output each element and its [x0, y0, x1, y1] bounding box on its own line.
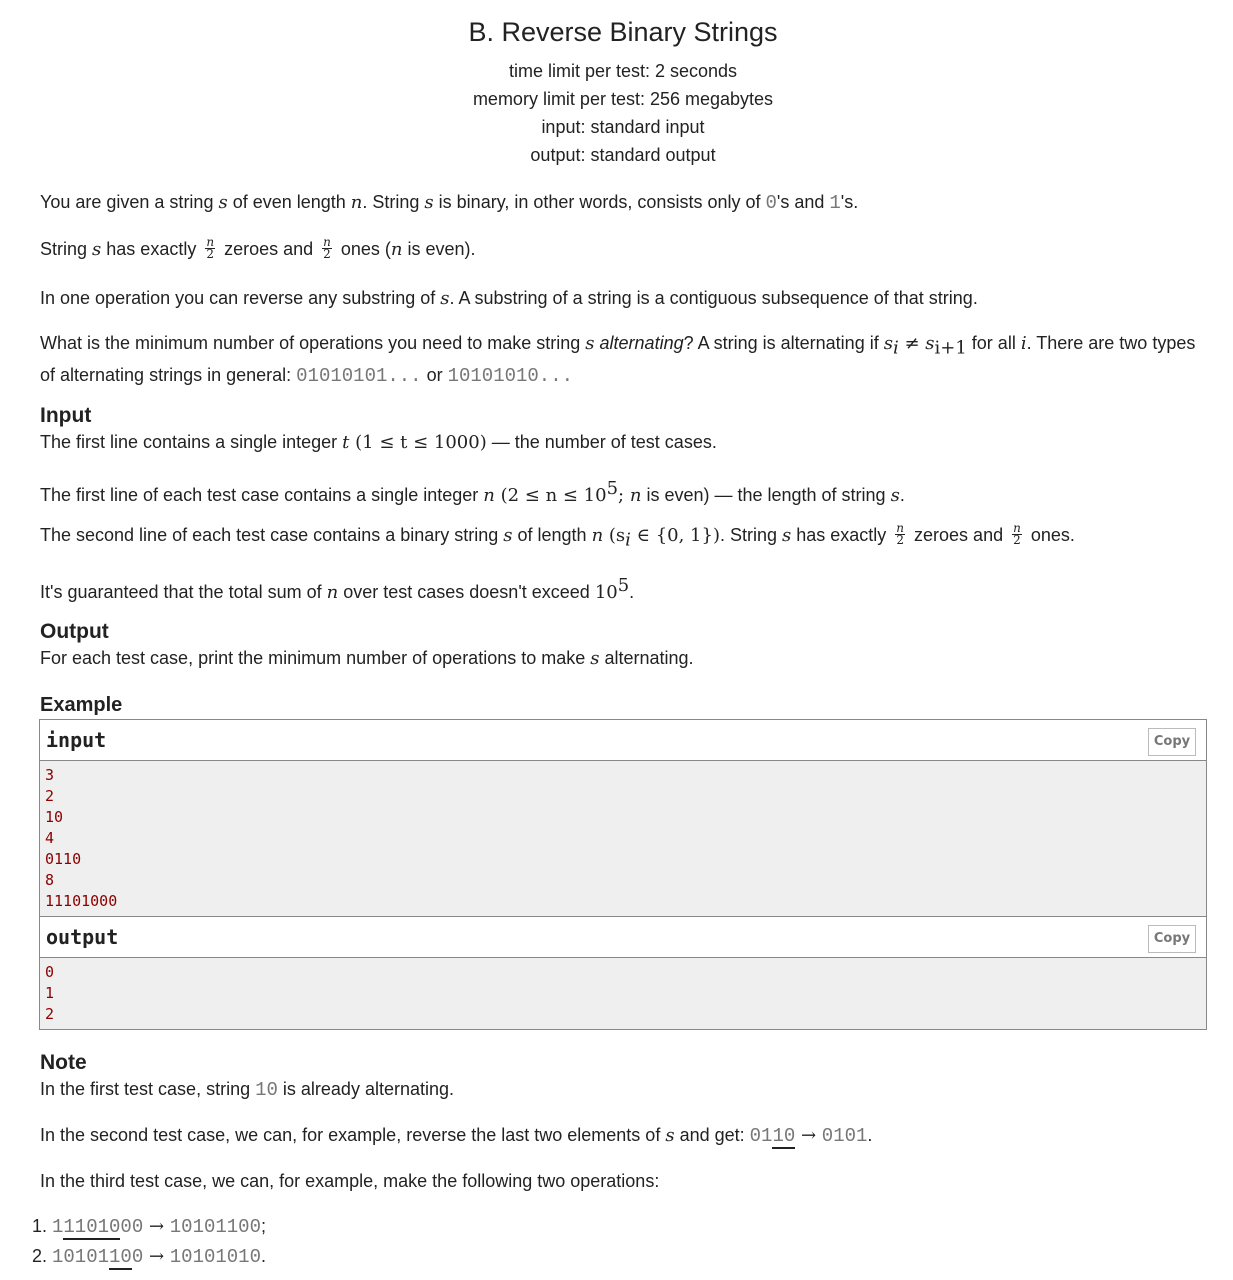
- note-paragraph-1: In the first test case, string 10 is alr…: [40, 1079, 455, 1101]
- statement-paragraph-4: What is the minimum number of operations…: [40, 333, 1196, 387]
- copy-input-button[interactable]: Copy: [1148, 728, 1196, 756]
- note-paragraph-3: In the third test case, we can, for exam…: [40, 1171, 660, 1191]
- example-title: Example: [40, 694, 123, 716]
- sample-input-label: input: [46, 728, 107, 752]
- sample-output-header: output Copy: [40, 917, 1206, 958]
- sample-input-header: input Copy: [40, 720, 1206, 761]
- fraction-n-over-2: n2: [205, 234, 216, 261]
- output-paragraph-1: For each test case, print the minimum nu…: [40, 648, 694, 669]
- sample-output-label: output: [46, 925, 119, 949]
- input-paragraph-4: It's guaranteed that the total sum of n …: [40, 575, 635, 603]
- input-type: input: standard input: [541, 117, 705, 137]
- operation-item: 11101000 → 10101100;: [52, 1212, 266, 1242]
- sample-line: 0: [45, 963, 55, 981]
- sample-line: 3: [45, 766, 55, 784]
- input-paragraph-3: The second line of each test case contai…: [40, 520, 1075, 551]
- sample-line: 0110: [45, 850, 82, 868]
- sample-line: 11101000: [45, 892, 118, 910]
- problem-title: B. Reverse Binary Strings: [468, 17, 778, 47]
- memory-limit: memory limit per test: 256 megabytes: [472, 89, 774, 109]
- time-limit: time limit per test: 2 seconds: [508, 61, 738, 81]
- sample-input-content[interactable]: 3 2 10 4 0110 8 11101000: [40, 761, 1206, 917]
- statement-paragraph-2: String s has exactly n2 zeroes and n2 on…: [40, 234, 476, 261]
- fraction-n-over-2: n2: [322, 234, 332, 261]
- copy-output-button[interactable]: Copy: [1148, 925, 1196, 953]
- statement-paragraph-1: You are given a string s of even length …: [40, 192, 859, 214]
- sample-line: 4: [45, 829, 55, 847]
- input-paragraph-1: The first line contains a single integer…: [40, 432, 717, 453]
- sample-test: input Copy 3 2 10 4 0110 8 11101000 output Cop…: [39, 719, 1207, 1030]
- fraction-n-over-2: n2: [895, 520, 906, 547]
- fraction-n-over-2: n2: [1012, 520, 1022, 547]
- sample-output-content[interactable]: 0 1 2: [40, 958, 1206, 1029]
- operations-list: 11101000 → 10101100; 10101100 → 10101010…: [18, 1212, 266, 1272]
- note-paragraph-2: In the second test case, we can, for exa…: [40, 1125, 873, 1149]
- sample-line: 8: [45, 871, 55, 889]
- sample-line: 2: [45, 787, 55, 805]
- note-title: Note: [40, 1051, 87, 1074]
- input-section-title: Input: [40, 404, 92, 427]
- problem-statement: B. Reverse Binary Strings time limit per…: [40, 0, 1206, 169]
- input-paragraph-2: The first line of each test case contain…: [40, 478, 905, 506]
- output-section-title: Output: [40, 620, 109, 643]
- sample-line: 1: [45, 984, 55, 1002]
- sample-line: 2: [45, 1005, 55, 1023]
- problem-header: B. Reverse Binary Strings time limit per…: [40, 16, 1206, 169]
- operation-item: 10101100 → 10101010.: [52, 1242, 266, 1272]
- output-type: output: standard output: [530, 145, 716, 165]
- problem-limits: time limit per test: 2 seconds memory li…: [40, 57, 1206, 169]
- sample-line: 10: [45, 808, 64, 826]
- statement-paragraph-3: In one operation you can reverse any sub…: [40, 288, 978, 309]
